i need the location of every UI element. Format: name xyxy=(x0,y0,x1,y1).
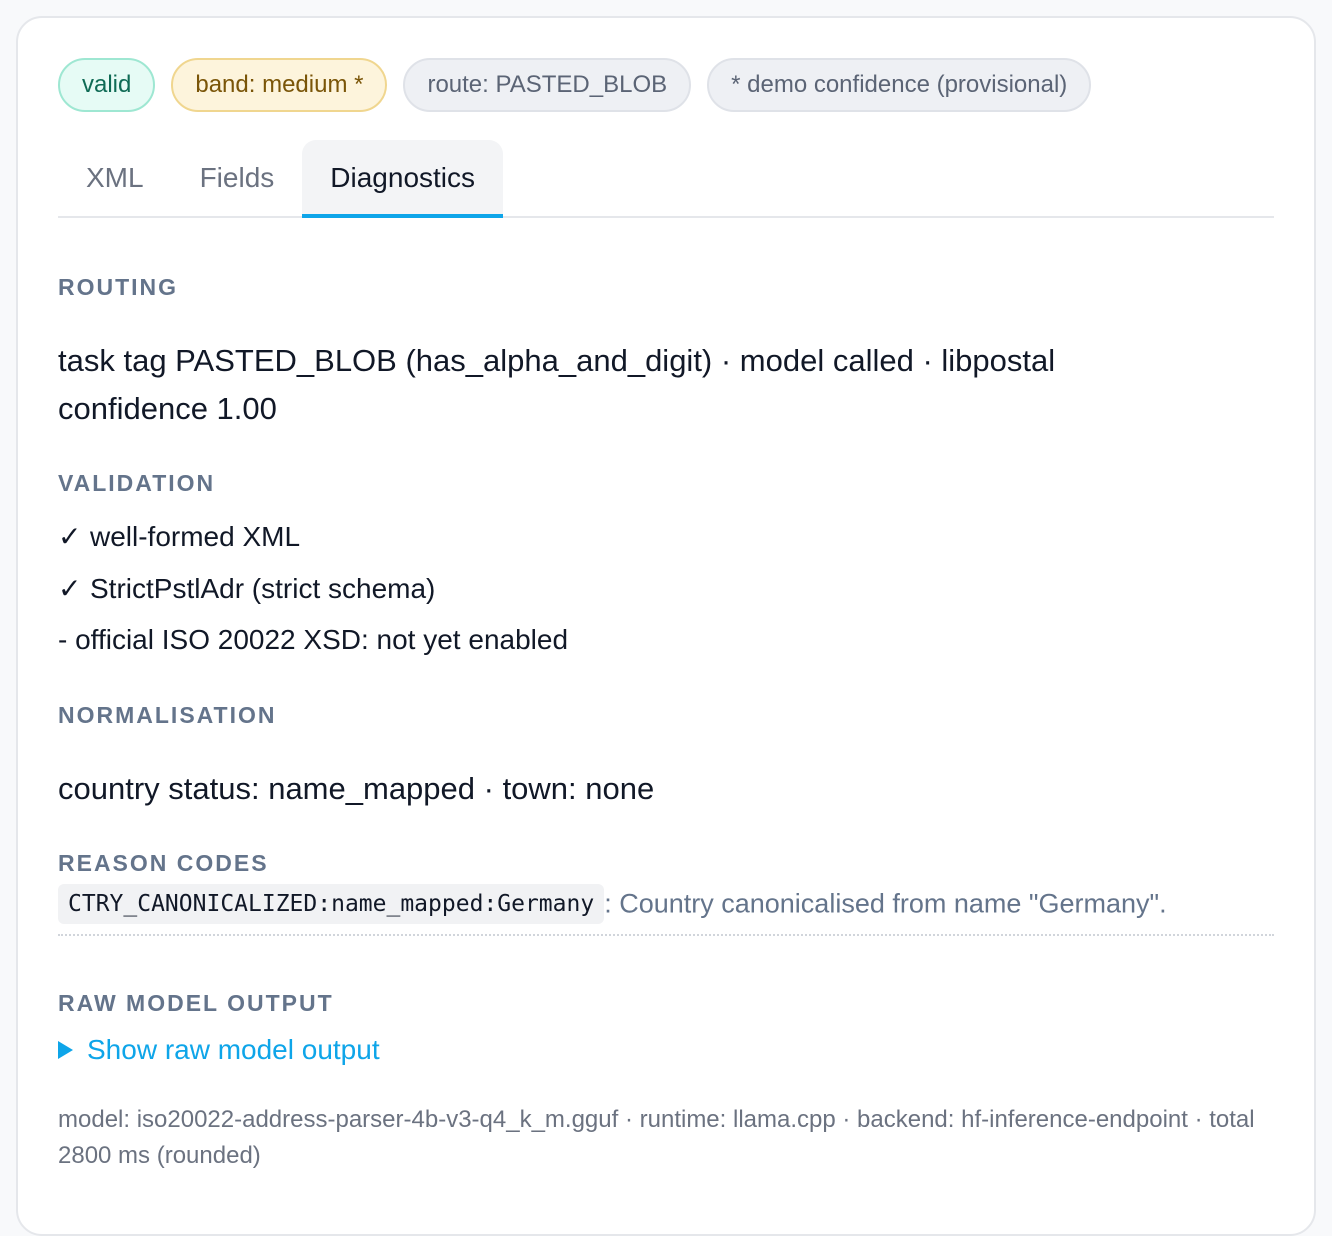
checkmark-icon: ✓ xyxy=(58,573,82,604)
validation-item: - official ISO 20022 XSD: not yet enable… xyxy=(58,624,568,656)
validation-item-text: official ISO 20022 XSD: not yet enabled xyxy=(75,624,569,655)
route-badge: route: PASTED_BLOB xyxy=(403,58,692,112)
validation-item-text: StrictPstlAdr (strict schema) xyxy=(90,573,436,604)
demo-confidence-badge: * demo confidence (provisional) xyxy=(707,58,1092,112)
valid-badge: valid xyxy=(58,58,156,112)
disclosure-triangle-icon xyxy=(58,1041,73,1059)
raw-output-label: RAW MODEL OUTPUT xyxy=(58,990,334,1016)
card-content: valid band: medium * route: PASTED_BLOB … xyxy=(58,58,1274,1169)
model-metadata: model: iso20022-address-parser-4b-v3-q4_… xyxy=(58,1106,1255,1169)
tab-diagnostics[interactable]: Diagnostics xyxy=(302,140,504,218)
normalisation-label: NORMALISATION xyxy=(58,702,277,728)
routing-text: task tag PASTED_BLOB (has_alpha_and_digi… xyxy=(58,343,1056,426)
tab-fields[interactable]: Fields xyxy=(172,140,303,218)
diagnostics-card: valid band: medium * route: PASTED_BLOB … xyxy=(16,16,1316,1236)
tab-xml[interactable]: XML xyxy=(58,140,172,218)
validation-item: ✓ StrictPstlAdr (strict schema) xyxy=(58,572,435,605)
checkmark-icon: ✓ xyxy=(58,521,82,552)
reason-codes-label: REASON CODES xyxy=(58,850,269,876)
toggle-label: Show raw model output xyxy=(87,1034,380,1065)
validation-item: ✓ well-formed XML xyxy=(58,520,300,553)
validation-item-text: well-formed XML xyxy=(90,521,301,552)
dash-marker: - xyxy=(58,624,68,655)
band-badge: band: medium * xyxy=(171,58,388,112)
show-raw-output-toggle[interactable]: Show raw model output xyxy=(58,1034,380,1066)
reason-code-row: CTRY_CANONICALIZED:name_mapped:Germany: … xyxy=(58,884,1274,936)
tab-bar: XML Fields Diagnostics xyxy=(58,140,1274,218)
routing-label: ROUTING xyxy=(58,274,179,300)
normalisation-text: country status: name_mapped · town: none xyxy=(58,771,655,806)
reason-code: CTRY_CANONICALIZED:name_mapped:Germany xyxy=(58,884,605,924)
reason-description: : Country canonicalised from name "Germa… xyxy=(604,888,1167,919)
badge-row: valid band: medium * route: PASTED_BLOB … xyxy=(58,58,1274,112)
validation-label: VALIDATION xyxy=(58,470,216,496)
